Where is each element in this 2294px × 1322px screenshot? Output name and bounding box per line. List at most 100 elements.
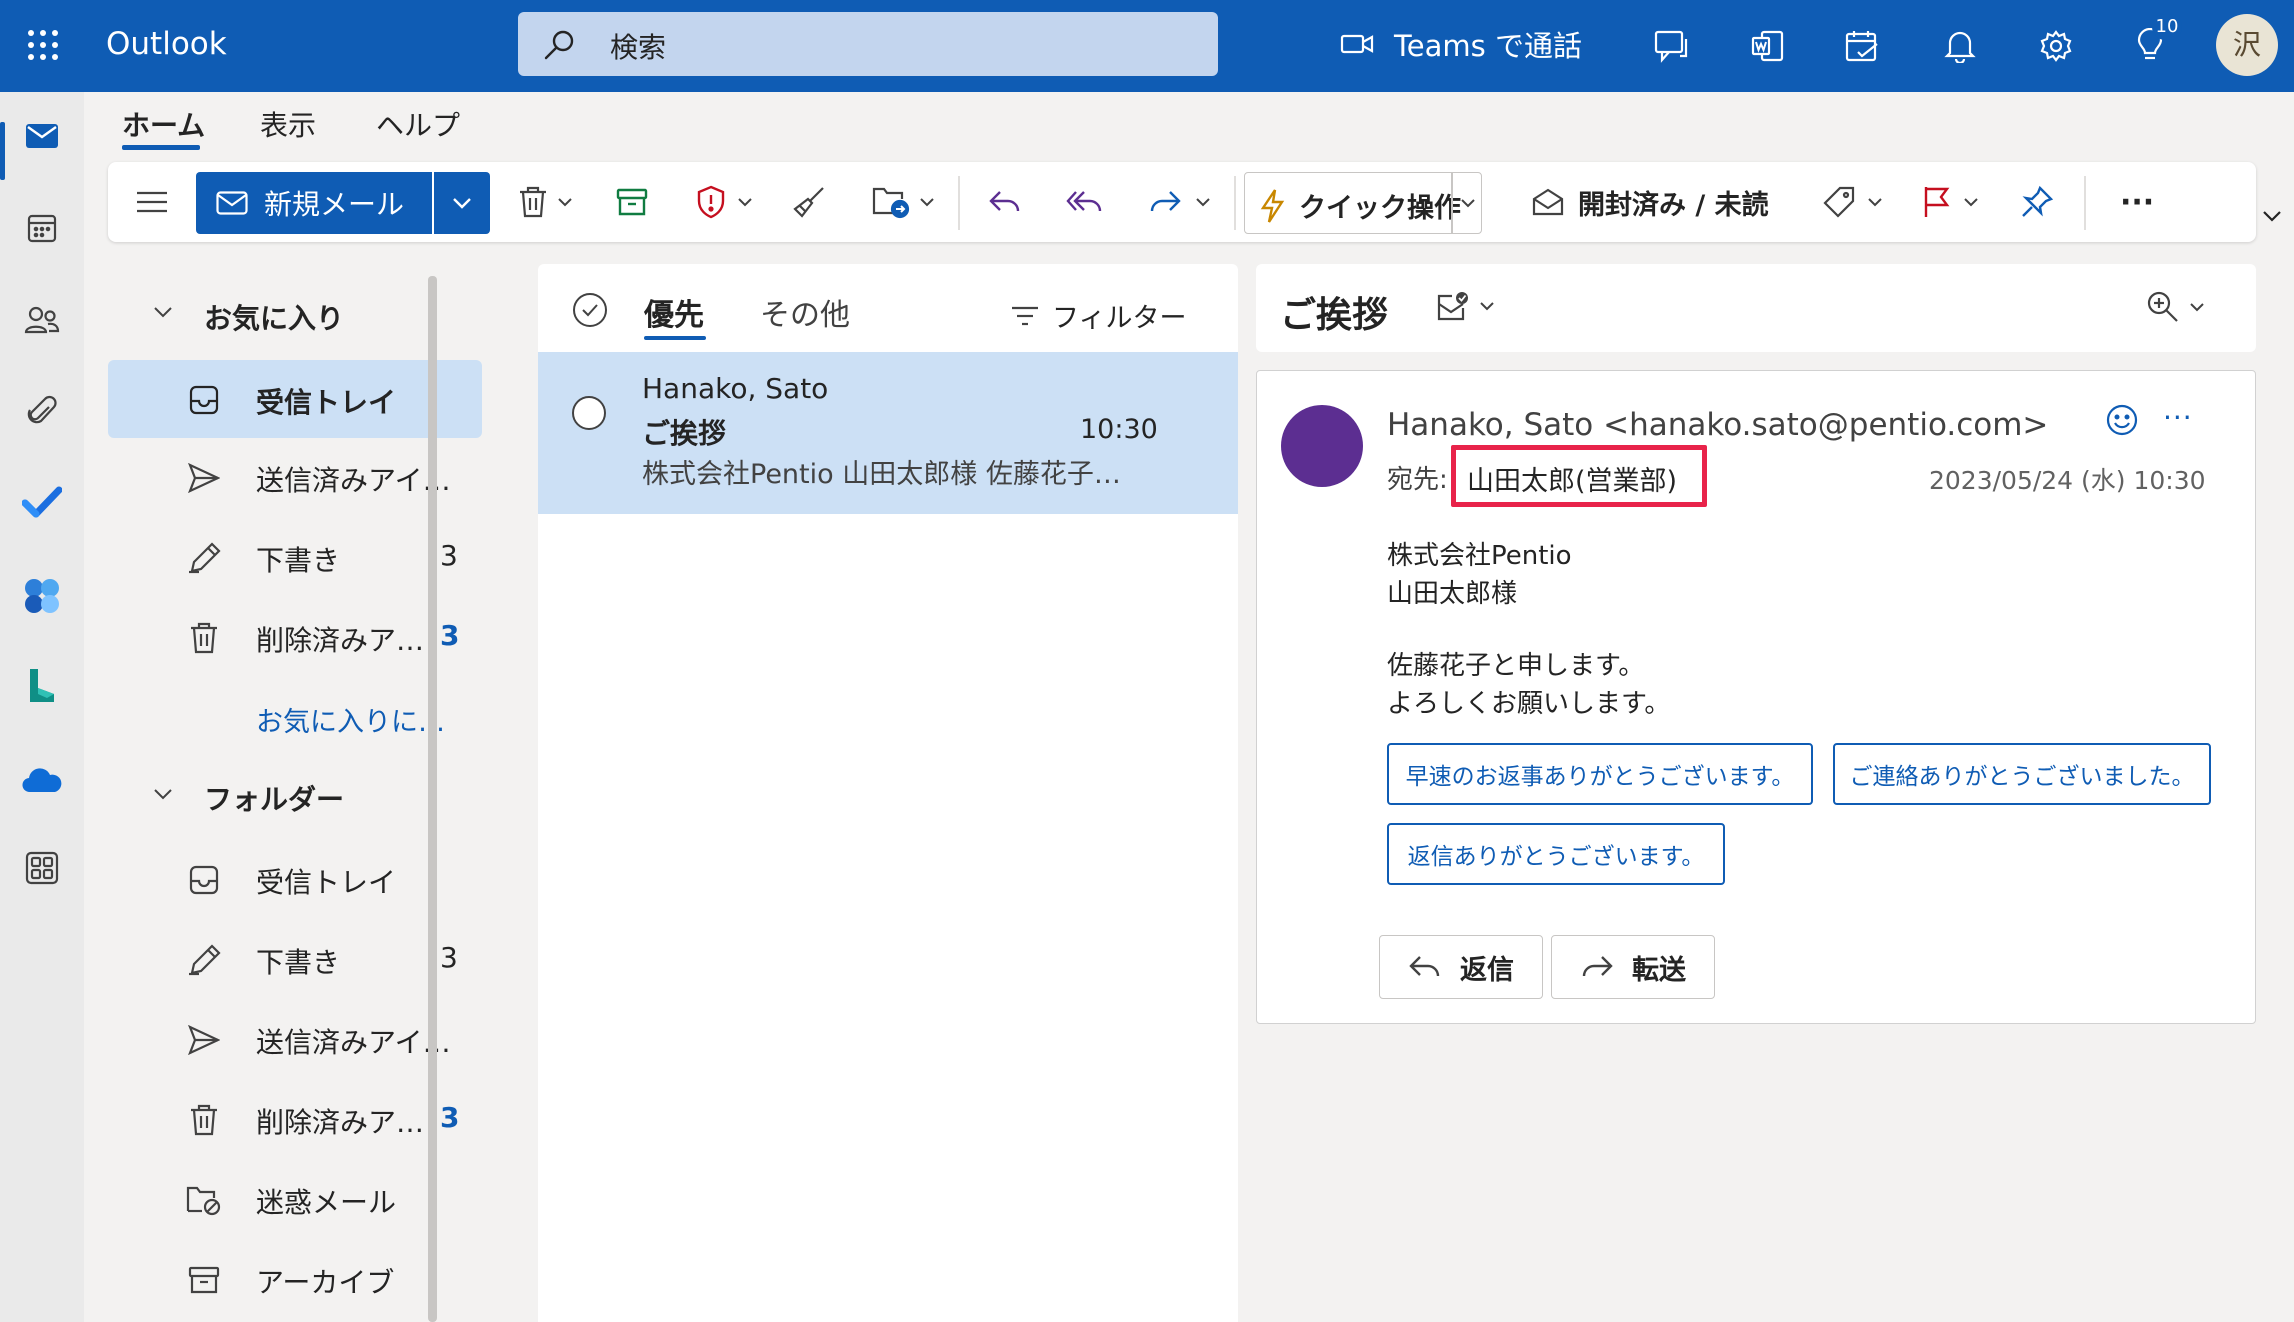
folder-count: 3 — [440, 619, 460, 652]
teams-call-button[interactable]: Teams で通話 — [1340, 20, 1582, 68]
sweep-icon[interactable] — [792, 180, 826, 224]
todo-icon[interactable] — [18, 478, 66, 526]
forward-button[interactable]: 転送 — [1551, 935, 1715, 999]
read-unread-button[interactable]: 開封済み / 未読 — [1532, 180, 1769, 224]
draft-icon — [186, 942, 222, 978]
forward-icon — [1580, 954, 1614, 980]
more-options-button[interactable]: ··· — [2120, 180, 2154, 224]
folder-count: 3 — [440, 539, 458, 572]
pin-icon[interactable] — [2020, 180, 2054, 224]
reply-label: 返信 — [1460, 954, 1514, 986]
inbox-icon — [186, 382, 222, 418]
favorites-header[interactable]: お気に入り — [204, 297, 344, 337]
onedrive-icon[interactable] — [18, 756, 66, 804]
search-box[interactable]: 検索 — [518, 12, 1218, 76]
folder-label: 削除済みア… — [256, 624, 425, 657]
message-list-item[interactable]: Hanako, Sato ご挨拶 10:30 株式会社Pentio 山田太郎様 … — [538, 352, 1238, 514]
calendar-icon[interactable] — [18, 204, 66, 252]
suggested-reply-button[interactable]: 返信ありがとうございます。 — [1387, 823, 1725, 885]
folder-count: 3 — [440, 1101, 460, 1134]
filter-button[interactable]: フィルター — [1010, 296, 1186, 335]
envelope-open-icon — [1532, 188, 1564, 216]
tab-focused[interactable]: 優先 — [644, 290, 704, 334]
apps-icon[interactable] — [18, 844, 66, 892]
email-more-options[interactable]: ··· — [2163, 401, 2193, 434]
ribbon-expand-chevron[interactable] — [2262, 210, 2282, 222]
select-all-icon[interactable] — [572, 292, 608, 328]
archive-icon[interactable] — [616, 180, 648, 224]
sensitivity-button[interactable] — [1436, 290, 1494, 322]
chevron-down-icon[interactable] — [154, 789, 172, 800]
my-day-icon[interactable] — [1840, 24, 1884, 68]
reply-button[interactable]: 返信 — [1379, 935, 1543, 999]
chevron-down-icon — [2190, 302, 2204, 312]
message-preview: 株式会社Pentio 山田太郎様 佐藤花子… — [642, 459, 1121, 490]
attach-icon[interactable] — [18, 388, 66, 436]
lightning-icon — [1259, 188, 1285, 224]
mail-icon[interactable] — [18, 112, 66, 160]
email-card: Hanako, Sato <hanako.sato@pentio.com> 宛先… — [1256, 370, 2256, 1024]
folder-scrollbar[interactable] — [428, 276, 437, 1322]
tab-active-indicator — [122, 145, 200, 150]
people-icon[interactable] — [18, 296, 66, 344]
new-mail-button[interactable]: 新規メール — [196, 172, 432, 234]
email-body-line: 佐藤花子と申します。 — [1387, 651, 1645, 681]
suggested-reply-button[interactable]: ご連絡ありがとうございました。 — [1833, 743, 2211, 805]
tab-home[interactable]: ホーム — [122, 104, 205, 144]
office-icon[interactable] — [18, 572, 66, 620]
toolbar-divider — [2084, 176, 2086, 230]
bookings-icon[interactable] — [18, 662, 66, 710]
chevron-down-icon[interactable] — [154, 307, 172, 318]
toolbar-divider — [958, 176, 960, 230]
smiley-icon[interactable] — [2105, 403, 2139, 437]
folder-label: 削除済みア… — [256, 1106, 425, 1139]
teams-call-label: Teams で通話 — [1394, 29, 1582, 63]
hamburger-icon[interactable] — [136, 180, 168, 224]
word-icon[interactable] — [1746, 24, 1790, 68]
trash-icon — [186, 1102, 222, 1138]
chevron-down-icon — [1480, 301, 1494, 311]
forward-label: 転送 — [1632, 954, 1686, 986]
reply-all-icon[interactable] — [1066, 180, 1104, 224]
sender-avatar[interactable] — [1281, 405, 1363, 487]
message-subject: ご挨拶 — [642, 417, 727, 450]
gear-icon[interactable] — [2034, 24, 2078, 68]
search-icon — [542, 28, 576, 62]
add-favorite-link[interactable]: お気に入りに… — [256, 700, 445, 739]
folder-label: 受信トレイ — [256, 866, 397, 899]
zoom-button[interactable] — [2146, 290, 2204, 324]
read-unread-label: 開封済み / 未読 — [1578, 189, 1769, 221]
recipient-name[interactable]: 山田太郎(営業部) — [1467, 459, 1677, 498]
filter-label: フィルター — [1052, 303, 1187, 334]
email-from[interactable]: Hanako, Sato <hanako.sato@pentio.com> — [1387, 407, 2048, 443]
tab-active-indicator — [644, 336, 706, 340]
folder-label: 迷惑メール — [256, 1186, 397, 1219]
report-button[interactable] — [696, 180, 752, 224]
app-title[interactable]: Outlook — [106, 26, 227, 62]
tab-help[interactable]: ヘルプ — [376, 104, 460, 144]
notification-count-badge: 10 — [2152, 14, 2182, 40]
bell-icon[interactable] — [1938, 24, 1982, 68]
waffle-icon[interactable] — [20, 22, 66, 68]
forward-button[interactable] — [1148, 180, 1210, 224]
message-sender: Hanako, Sato — [642, 372, 829, 405]
suggested-reply-button[interactable]: 早速のお返事ありがとうございます。 — [1387, 743, 1813, 805]
folder-label: 下書き — [256, 544, 341, 577]
categorize-button[interactable] — [1822, 180, 1882, 224]
user-avatar[interactable]: 沢 — [2216, 14, 2278, 76]
tab-other[interactable]: その他 — [760, 290, 850, 334]
tab-view[interactable]: 表示 — [260, 104, 316, 144]
delete-button[interactable] — [518, 180, 572, 224]
chat-icon[interactable] — [1650, 24, 1694, 68]
message-select-checkbox[interactable] — [572, 396, 606, 430]
reading-pane-header: ご挨拶 — [1256, 264, 2256, 352]
new-mail-dropdown[interactable] — [434, 172, 490, 234]
search-placeholder: 検索 — [610, 31, 667, 64]
move-to-button[interactable] — [872, 180, 934, 224]
quick-steps-button[interactable]: クイック操作 — [1244, 172, 1482, 234]
flag-button[interactable] — [1922, 180, 1978, 224]
folder-label: 下書き — [256, 946, 341, 979]
reply-icon[interactable] — [988, 180, 1022, 224]
draft-icon — [186, 540, 222, 576]
folders-header[interactable]: フォルダー — [204, 778, 344, 818]
